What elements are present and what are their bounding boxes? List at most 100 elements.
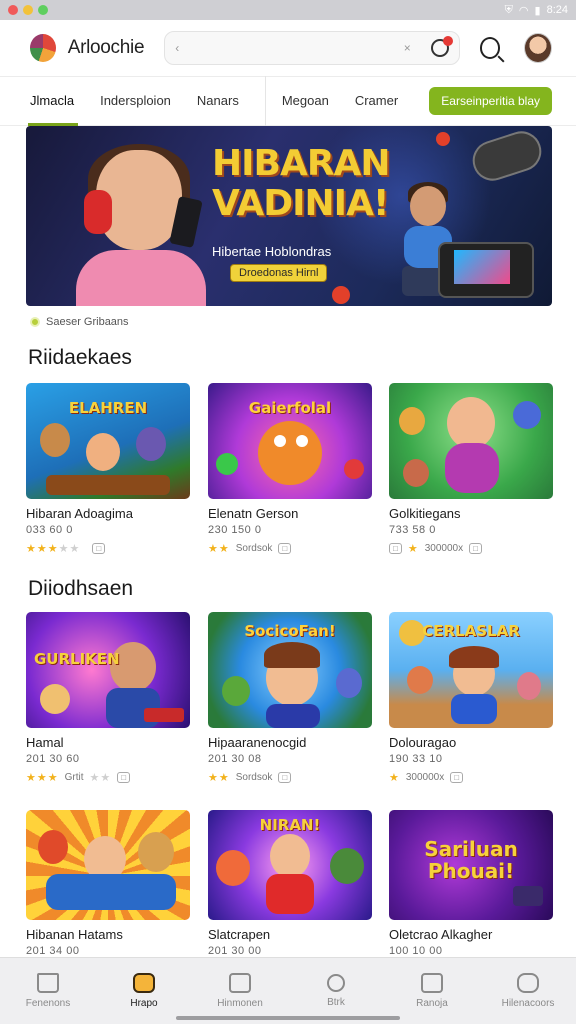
star-rating-icon: ★ — [389, 772, 400, 784]
tab-games[interactable]: Nanars — [197, 76, 239, 126]
game-thumbnail: Gaierfolal — [208, 383, 372, 499]
game-thumbnail: Sariluan Phouai! — [389, 810, 553, 920]
tab-popular[interactable]: Cramer — [355, 76, 398, 126]
search-icon — [327, 974, 345, 992]
game-card[interactable]: NIRAN! Slatcrapen 201 30 00 — [208, 810, 372, 957]
game-meta: 100 10 00 — [389, 945, 443, 957]
game-title: Oletcrao Alkagher — [389, 927, 493, 942]
minimize-dot[interactable] — [23, 5, 33, 15]
game-thumbnail: GURLIKEN — [26, 612, 190, 728]
game-card[interactable]: CERLASLAR Dolouragao 190 33 10 ★ 300000x… — [389, 612, 553, 784]
tag-icon: □ — [92, 543, 106, 554]
tab-home[interactable]: Jlmacla — [27, 76, 79, 126]
game-title: Hibaran Adoagima — [26, 506, 133, 521]
game-thumbnail — [26, 810, 190, 920]
nav-item-search[interactable]: Btrk — [296, 974, 376, 1008]
status-time: 8:24 — [546, 4, 568, 16]
game-title: Hibanan Hatams — [26, 927, 123, 942]
tab-new[interactable]: Megoan — [282, 76, 329, 126]
notification-badge — [442, 36, 453, 46]
notification-icon[interactable] — [430, 36, 453, 57]
star-rating-icon: ★★ — [208, 543, 230, 555]
game-title: Elenatn Gerson — [208, 506, 299, 521]
wallet-icon — [421, 973, 443, 993]
close-dot[interactable] — [8, 5, 18, 15]
game-title: Golkitiegans — [389, 506, 461, 521]
section-title: Diiodhsaen — [28, 577, 134, 600]
game-meta: 190 33 10 — [389, 753, 443, 765]
shield-icon: ⛨ — [504, 3, 513, 16]
star-rating-icon: ★★ — [208, 772, 230, 784]
app-header: Arloochie ‹ × — [0, 20, 576, 76]
tag-icon: □ — [389, 543, 402, 554]
game-thumbnail — [389, 383, 553, 499]
search-icon[interactable] — [479, 37, 501, 59]
game-card[interactable]: SocicoFan! Hipaaranenocgid 201 30 08 ★★ … — [208, 612, 372, 784]
game-rating: ★ 300000x □ — [389, 771, 553, 784]
banner-girl-illustration — [66, 140, 216, 306]
game-rating: □ ★ 300000x □ — [389, 542, 553, 555]
game-thumbnail: SocicoFan! — [208, 612, 372, 728]
console-icon — [438, 242, 534, 298]
game-thumbnail: NIRAN! — [208, 810, 372, 920]
game-meta: 201 30 00 — [208, 945, 262, 957]
window-dots — [8, 5, 48, 15]
home-indicator[interactable] — [176, 1016, 400, 1020]
game-card[interactable]: Sariluan Phouai! Oletcrao Alkagher 100 1… — [389, 810, 553, 957]
nav-item-gallery[interactable]: Hinmonen — [200, 973, 280, 1009]
bottom-navigation: Fenenons Hrapo Hinmonen Btrk Ranoja Hile… — [0, 957, 576, 1024]
cta-button[interactable]: Earseinperitia blay — [429, 87, 552, 115]
tag-icon: □ — [450, 772, 464, 783]
star-rating-icon: ★★★ — [26, 772, 59, 784]
category-tabs: Jlmacla Indersploion Nanars Megoan Crame… — [0, 76, 576, 126]
app-logo[interactable] — [30, 34, 56, 62]
nav-item-wallet[interactable]: Ranoja — [392, 973, 472, 1009]
trending-icon — [30, 317, 40, 327]
clear-icon[interactable]: × — [404, 41, 411, 55]
tab-discover[interactable]: Indersploion — [100, 76, 171, 126]
banner-title: HIBARAN VADINIA! — [212, 143, 391, 224]
tag-icon: □ — [117, 772, 131, 783]
tab-divider — [264, 76, 266, 126]
status-bar: ⛨ ◠ ▮ 8:24 — [0, 0, 576, 20]
game-icon — [133, 973, 155, 993]
tag-icon: □ — [278, 772, 292, 783]
game-thumbnail: ELAHREN — [26, 383, 190, 499]
trending-label[interactable]: Saeser Gribaans — [30, 316, 129, 328]
avatar[interactable] — [524, 33, 552, 63]
game-title: Hamal — [26, 735, 64, 750]
banner-subtitle: Hibertae Hoblondras — [212, 244, 332, 259]
section-title: Riidaekaes — [28, 346, 132, 369]
game-title: Hipaaranenocgid — [208, 735, 307, 750]
maximize-dot[interactable] — [38, 5, 48, 15]
star-rating-icon: ★ — [407, 543, 419, 555]
wifi-icon: ◠ — [518, 4, 529, 17]
banner-button[interactable]: Droedonas Hirnl — [230, 264, 328, 282]
game-thumbnail: CERLASLAR — [389, 612, 553, 728]
search-hint: ‹ — [175, 41, 180, 55]
game-meta: 033 60 0 — [26, 524, 73, 536]
hero-banner[interactable]: HIBARAN VADINIA! Hibertae Hoblondras Dro… — [26, 126, 552, 306]
nav-item-games[interactable]: Hrapo — [104, 973, 184, 1009]
game-rating: ★★★★★ □ — [26, 542, 190, 555]
game-card[interactable]: Hibanan Hatams 201 34 00 — [26, 810, 190, 957]
battery-icon: ▮ — [534, 4, 541, 17]
app-name: Arloochie — [67, 37, 145, 58]
search-input[interactable] — [191, 40, 392, 56]
game-card[interactable]: GURLIKEN Hamal 201 30 60 ★★★ Grtit ★★ □ — [26, 612, 190, 784]
game-title: Dolouragao — [389, 735, 457, 750]
game-meta: 201 30 60 — [26, 753, 80, 765]
game-meta: 733 58 0 — [389, 524, 436, 536]
game-card[interactable]: Gaierfolal Elenatn Gerson 230 150 0 ★★ S… — [208, 383, 372, 555]
game-card[interactable]: Golkitiegans 733 58 0 □ ★ 300000x □ — [389, 383, 553, 555]
nav-item-home[interactable]: Fenenons — [8, 973, 88, 1009]
game-title: Slatcrapen — [208, 927, 271, 942]
nav-item-messages[interactable]: Hilenacoors — [488, 973, 568, 1009]
home-icon — [37, 973, 59, 993]
game-rating: ★★★ Grtit ★★ □ — [26, 771, 190, 784]
game-rating: ★★ Sordsok □ — [208, 771, 372, 784]
game-card[interactable]: ELAHREN Hibaran Adoagima 033 60 0 ★★★★★ … — [26, 383, 190, 555]
tag-icon: □ — [278, 543, 292, 554]
search-bar[interactable]: ‹ × — [164, 31, 460, 65]
tag-icon: □ — [469, 543, 482, 554]
